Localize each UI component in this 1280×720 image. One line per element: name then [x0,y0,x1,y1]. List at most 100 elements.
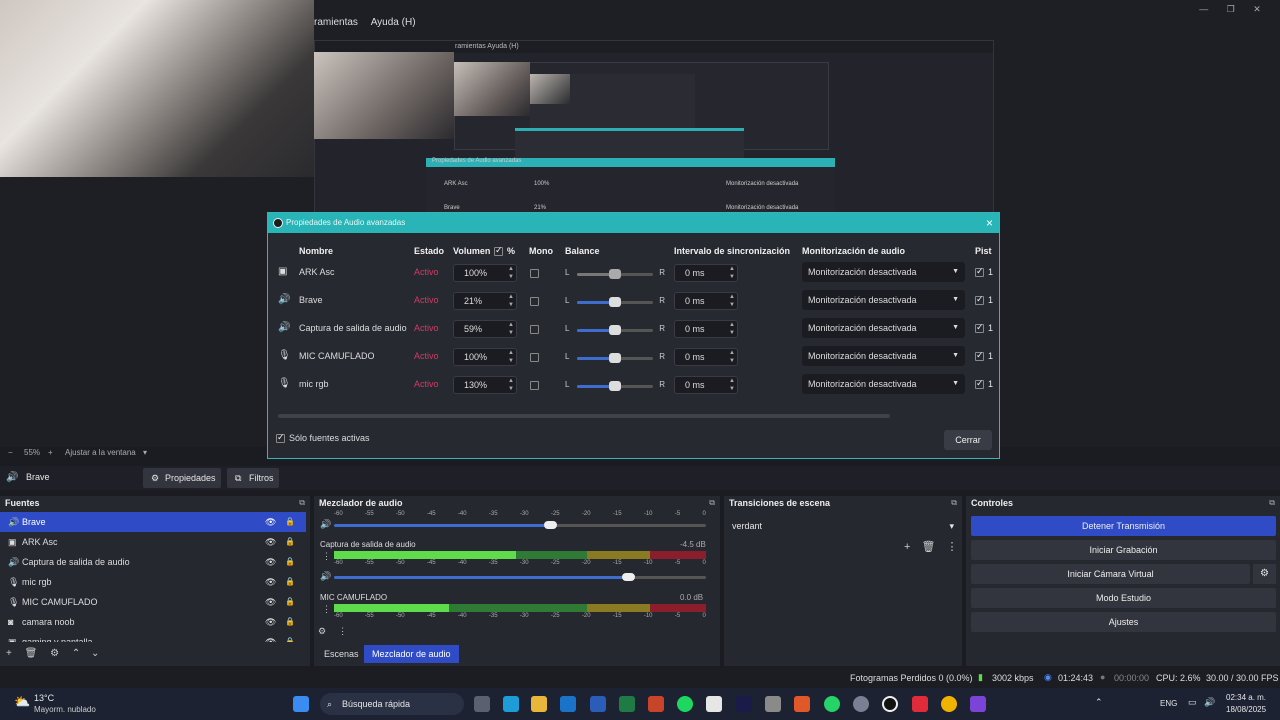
tab-scenes[interactable]: Escenas [316,645,367,663]
track-checkbox[interactable] [975,378,984,389]
volume-spinbox[interactable]: 21% ▲ ▼ [453,292,517,310]
source-item[interactable]: 🎙 mic rgb 👁 🔒 [0,572,306,592]
volume-slider[interactable] [621,573,635,581]
edge-icon[interactable] [503,696,519,712]
app-icon[interactable] [765,696,781,712]
lock-icon[interactable]: 🔒 [285,572,295,592]
speaker-icon[interactable]: 🔊 [320,571,331,582]
source-item[interactable]: 🔊 Captura de salida de audio 👁 🔒 [0,552,306,572]
mono-checkbox[interactable] [530,325,539,334]
tab-audio-mixer[interactable]: Mezclador de audio [364,645,459,663]
minimize-icon[interactable]: — [1199,4,1208,15]
eye-icon[interactable]: 👁 [265,632,276,642]
source-item[interactable]: ▣ gaming y pantalla 👁 🔒 [0,632,306,642]
lock-icon[interactable]: 🔒 [285,532,295,552]
filters-button[interactable]: ⧉ Filtros [227,468,279,488]
spin-arrows-icon[interactable]: ▲ ▼ [729,377,735,393]
monitoring-select[interactable]: Monitorización desactivada ▼ [802,262,965,282]
track-checkbox[interactable] [975,266,984,277]
balance-slider[interactable]: L R [565,296,665,307]
dock-menu-icon[interactable]: ⧉ [1269,498,1275,508]
chevron-down-icon[interactable]: ▾ [143,448,147,457]
source-item[interactable]: ◙ camara noob 👁 🔒 [0,612,306,632]
horizontal-scrollbar[interactable] [278,414,890,418]
spin-arrows-icon[interactable]: ▲ ▼ [729,265,735,281]
balance-knob[interactable] [609,381,621,391]
trash-icon[interactable]: 🗑 [25,648,38,659]
windows-start-icon[interactable] [293,696,309,712]
lock-icon[interactable]: 🔒 [285,592,295,612]
volume-spinbox[interactable]: 100% ▲ ▼ [453,348,517,366]
balance-slider[interactable]: L R [565,268,665,279]
volume-slider[interactable] [543,521,557,529]
source-item[interactable]: ▣ ARK Asc 👁 🔒 [0,532,306,552]
dock-menu-icon[interactable]: ⧉ [951,498,957,508]
balance-knob[interactable] [609,353,621,363]
network-icon[interactable]: ▭ [1188,697,1197,708]
spin-arrows-icon[interactable]: ▲ ▼ [508,321,514,337]
sync-offset-spinbox[interactable]: 0 ms ▲ ▼ [674,348,738,366]
sync-offset-spinbox[interactable]: 0 ms ▲ ▼ [674,320,738,338]
close-icon[interactable]: ✕ [1253,4,1261,15]
source-item[interactable]: 🎙 MIC CAMUFLADO 👁 🔒 [0,592,306,612]
chevron-down-icon[interactable]: ⌄ [91,648,99,659]
zoom-in-button[interactable]: + [48,448,53,457]
outlook-icon[interactable] [560,696,576,712]
monitoring-select[interactable]: Monitorización desactivada ▼ [802,318,965,338]
lock-icon[interactable]: 🔒 [285,512,295,532]
monitoring-select[interactable]: Monitorización desactivada ▼ [802,290,965,310]
percent-checkbox[interactable] [494,245,503,256]
spin-arrows-icon[interactable]: ▲ ▼ [729,293,735,309]
eye-icon[interactable]: 👁 [265,532,276,552]
gear-icon[interactable]: ⚙ [50,648,59,659]
chrome-icon[interactable] [941,696,957,712]
sync-offset-spinbox[interactable]: 0 ms ▲ ▼ [674,264,738,282]
balance-knob[interactable] [609,269,621,279]
task-view-icon[interactable] [474,696,490,712]
search-box[interactable]: ⌕ Búsqueda rápida [320,693,464,715]
volume-spinbox[interactable]: 59% ▲ ▼ [453,320,517,338]
track-checkbox[interactable] [975,294,984,305]
spotify-icon[interactable] [677,696,693,712]
file-explorer-icon[interactable] [531,696,547,712]
start-recording-button[interactable]: Iniciar Grabación [971,540,1276,560]
maximize-icon[interactable]: ❐ [1227,4,1235,15]
add-icon[interactable]: + [6,648,12,659]
zoom-out-button[interactable]: − [8,448,13,457]
gear-icon[interactable]: ⚙ [318,626,326,636]
gear-icon[interactable]: ⚙ [1253,564,1276,584]
lock-icon[interactable]: 🔒 [285,552,295,572]
start-virtual-camera-button[interactable]: Iniciar Cámara Virtual [971,564,1250,584]
mono-checkbox[interactable] [530,297,539,306]
only-active-checkbox[interactable] [276,432,285,444]
properties-button[interactable]: ⚙ Propiedades [143,468,221,488]
stop-stream-button[interactable]: Detener Transmisión [971,516,1276,536]
eye-icon[interactable]: 👁 [265,612,276,632]
spin-arrows-icon[interactable]: ▲ ▼ [508,293,514,309]
mono-checkbox[interactable] [530,381,539,390]
dock-menu-icon[interactable]: ⧉ [709,498,715,508]
spin-arrows-icon[interactable]: ▲ ▼ [729,349,735,365]
spin-arrows-icon[interactable]: ▲ ▼ [508,265,514,281]
settings-button[interactable]: Ajustes [971,612,1276,632]
transition-select[interactable]: verdant ▾ [728,516,958,536]
chevron-up-icon[interactable]: ⌃ [72,648,80,659]
excel-icon[interactable] [619,696,635,712]
spin-arrows-icon[interactable]: ▲ ▼ [508,377,514,393]
close-icon[interactable]: × [986,213,993,233]
menu-dots-icon[interactable]: ⋮ [322,604,331,615]
eye-icon[interactable]: 👁 [265,572,276,592]
volume-spinbox[interactable]: 130% ▲ ▼ [453,376,517,394]
add-icon[interactable]: + [904,541,910,553]
obs-icon[interactable] [882,696,898,712]
speaker-icon[interactable]: 🔊 [320,519,331,530]
volume-spinbox[interactable]: 100% ▲ ▼ [453,264,517,282]
word-icon[interactable] [590,696,606,712]
menu-dots-icon[interactable]: ⋮ [322,551,331,562]
track-checkbox[interactable] [975,350,984,361]
dock-menu-icon[interactable]: ⧉ [299,498,305,508]
premiere-icon[interactable] [736,696,752,712]
menu-dots-icon[interactable]: ⋮ [947,541,958,553]
sync-offset-spinbox[interactable]: 0 ms ▲ ▼ [674,292,738,310]
brave-icon[interactable] [794,696,810,712]
